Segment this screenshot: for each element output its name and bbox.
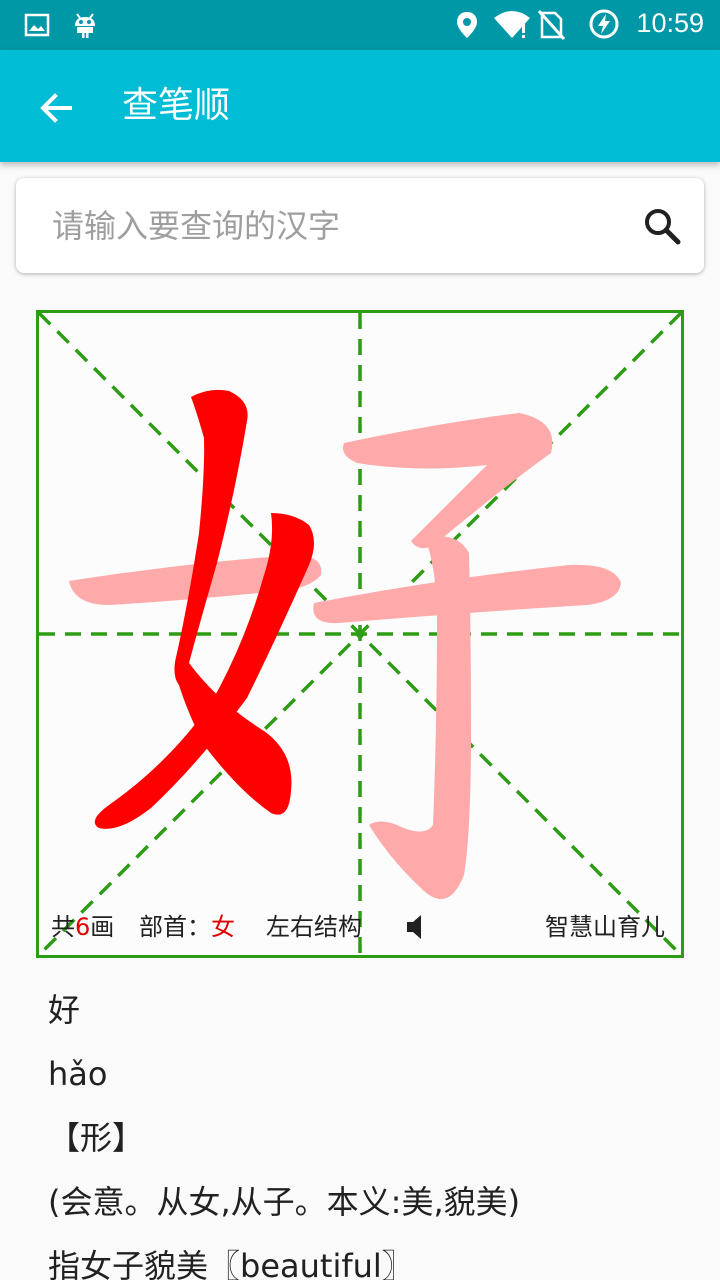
- pending-stroke: [342, 413, 553, 549]
- search-bar: [16, 178, 704, 273]
- search-input[interactable]: [52, 198, 622, 254]
- search-icon: [645, 209, 681, 245]
- speaker-icon[interactable]: [401, 911, 433, 943]
- page-title: 查笔顺: [122, 85, 231, 126]
- android-icon: [75, 13, 95, 38]
- character-info-row: 共6画 部首：女 左右结构 智慧山育儿: [51, 909, 675, 945]
- detail-character: 好: [48, 991, 81, 1029]
- app-bar: 查笔顺: [0, 50, 720, 162]
- character-details: 好 hǎo 【形】 (会意。从女,从子。本义:美,貌美) 指女子貌美〖beaut…: [48, 978, 708, 1280]
- stroke-count: 共6画: [51, 913, 115, 941]
- detail-category: 【形】: [48, 1119, 145, 1157]
- battery-charging-icon: [589, 9, 619, 39]
- detail-pinyin: hǎo: [48, 1055, 108, 1093]
- back-button[interactable]: [28, 80, 84, 136]
- character-structure: 左右结构: [266, 913, 362, 941]
- character-strokes: [69, 389, 621, 900]
- status-bar: 10:59: [0, 0, 720, 50]
- location-icon: [457, 12, 477, 38]
- arrow-left-icon: [40, 93, 72, 123]
- search-button[interactable]: [638, 202, 686, 250]
- no-sim-icon: [537, 10, 566, 40]
- radical: 部首：女: [139, 913, 235, 941]
- brand-label: 智慧山育儿: [545, 913, 665, 941]
- detail-etymology: (会意。从女,从子。本义:美,貌美): [48, 1183, 521, 1221]
- detail-meaning: 指女子貌美〖beautiful〗: [48, 1247, 414, 1280]
- wifi-icon: [494, 11, 530, 38]
- stroke-order-canvas: 共6画 部首：女 左右结构 智慧山育儿: [36, 310, 684, 958]
- image-icon: [24, 13, 50, 37]
- status-time: 10:59: [636, 8, 704, 38]
